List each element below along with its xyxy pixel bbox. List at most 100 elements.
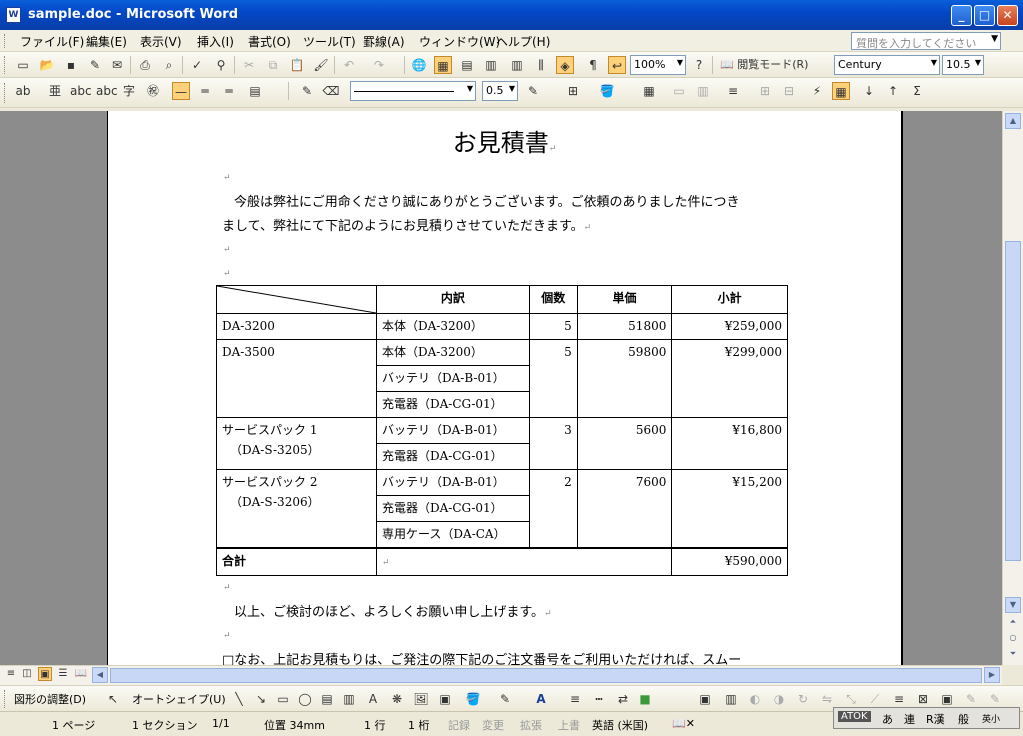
text-box-icon[interactable]: ▤: [318, 690, 336, 708]
ime-mode-hiragana[interactable]: あ: [882, 711, 893, 727]
draw-table-icon[interactable]: ✎: [298, 82, 316, 100]
horizontal-scroll-thumb[interactable]: [110, 668, 982, 683]
sort-ascending-icon[interactable]: ↓: [860, 82, 878, 100]
flip-icon[interactable]: ⇋: [818, 690, 836, 708]
line-style-icon[interactable]: —: [172, 82, 190, 100]
vertical-scrollbar[interactable]: ▲ ▼ ⏶ ○ ⏷: [1002, 111, 1023, 665]
sort-descending-icon[interactable]: ↑: [884, 82, 902, 100]
vertical-text-box-icon[interactable]: ▥: [340, 690, 358, 708]
line-style-icon[interactable]: ≡: [566, 690, 584, 708]
scroll-up-icon[interactable]: ▲: [1005, 113, 1021, 129]
split-cells-icon[interactable]: ▥: [694, 82, 712, 100]
open-folder-icon[interactable]: 📂: [38, 56, 56, 74]
distribute-rows-icon[interactable]: ⊞: [756, 82, 774, 100]
recolor-icon[interactable]: ✎: [962, 690, 980, 708]
new-document-icon[interactable]: ▭: [14, 56, 32, 74]
connector-icon[interactable]: ⤡: [842, 690, 860, 708]
format-painter-icon[interactable]: 🖌: [312, 56, 330, 74]
save-icon[interactable]: ▪: [62, 56, 80, 74]
strikethrough-icon[interactable]: abc: [70, 82, 92, 100]
product-name-cell[interactable]: サービスパック 1 （DA-S-3205）: [216, 417, 377, 470]
help-icon[interactable]: ?: [690, 56, 708, 74]
menu-tools[interactable]: ツール(T): [303, 33, 356, 50]
product-name-cell[interactable]: DA-3500: [216, 339, 377, 418]
next-page-icon[interactable]: ⏷: [1005, 647, 1021, 663]
unit-price-cell[interactable]: 59800: [576, 339, 673, 418]
insert-excel-icon[interactable]: ▥: [482, 56, 500, 74]
previous-page-icon[interactable]: ⏶: [1005, 615, 1021, 631]
arrow-tool-icon[interactable]: ↘: [252, 690, 270, 708]
autoformat-icon[interactable]: ⚡: [808, 82, 826, 100]
table-autoformat-icon[interactable]: ▦: [832, 82, 850, 100]
item-cell[interactable]: 充電器（DA-CG-01）: [376, 443, 530, 470]
shading-color-icon[interactable]: 🪣: [598, 82, 616, 100]
redo-icon[interactable]: ↷: [370, 56, 388, 74]
pen-icon[interactable]: ✎: [986, 690, 1004, 708]
read-icon[interactable]: ↩: [608, 56, 626, 74]
line-weight-select[interactable]: 0.5 ▼: [482, 81, 518, 101]
item-cell[interactable]: バッテリ（DA-B-01）: [376, 417, 530, 444]
web-layout-icon[interactable]: ◫: [20, 667, 34, 681]
unit-price-cell[interactable]: 7600: [576, 469, 673, 548]
reading-view-icon[interactable]: 📖: [74, 667, 88, 681]
header-breakdown[interactable]: 内訳: [376, 285, 530, 314]
estimate-table[interactable]: 内訳 個数 単価 小計 DA-3200 本体（DA-3200） 5 51800 …: [216, 285, 788, 576]
maximize-button[interactable]: □: [974, 5, 995, 26]
tables-borders-icon[interactable]: ▦: [434, 56, 452, 74]
spelling-options-icon[interactable]: ab: [14, 82, 32, 100]
borders-icon[interactable]: ⊞: [564, 82, 582, 100]
total-label-cell[interactable]: 合計: [216, 546, 377, 576]
word-app-icon[interactable]: W: [6, 7, 21, 23]
hyperlink-icon[interactable]: 🌐: [410, 56, 428, 74]
dash-style-icon[interactable]: ┅: [590, 690, 608, 708]
line-tool-icon[interactable]: ╲: [230, 690, 248, 708]
insert-image-icon[interactable]: ▣: [696, 690, 714, 708]
arrow-style-icon[interactable]: ⇄: [614, 690, 632, 708]
oval-tool-icon[interactable]: ◯: [296, 690, 314, 708]
wordart-icon[interactable]: A: [364, 690, 382, 708]
subtotal-cell[interactable]: ¥259,000: [671, 313, 788, 340]
header-quantity[interactable]: 個数: [528, 285, 578, 314]
print-layout-icon[interactable]: ▣: [38, 667, 52, 681]
spelling-status-icon[interactable]: 📖✕: [672, 717, 695, 730]
font-select[interactable]: Century ▼: [834, 55, 940, 75]
menu-grip[interactable]: [4, 34, 7, 48]
enclose-char-icon[interactable]: 字: [120, 82, 138, 100]
item-cell[interactable]: 専用ケース（DA-CA）: [376, 521, 530, 548]
research-icon[interactable]: ⚲: [212, 56, 230, 74]
help-dropdown-icon[interactable]: ▼: [991, 34, 998, 44]
edit-points-icon[interactable]: ⟋: [866, 690, 884, 708]
toolbar-grip[interactable]: [4, 690, 7, 708]
permission-icon[interactable]: ✎: [86, 56, 104, 74]
header-unit-price[interactable]: 単価: [576, 285, 673, 314]
subtotal-cell[interactable]: ¥16,800: [671, 417, 788, 470]
line-style-icon[interactable]: ═: [220, 82, 238, 100]
menu-table[interactable]: 罫線(A): [363, 33, 405, 50]
menu-edit[interactable]: 編集(E): [86, 33, 127, 50]
email-icon[interactable]: ✉: [108, 56, 126, 74]
quantity-cell[interactable]: 5: [528, 313, 578, 340]
line-style-icon[interactable]: ═: [196, 82, 214, 100]
align-distribute-icon[interactable]: ▥: [722, 690, 740, 708]
merge-cells-icon[interactable]: ▭: [670, 82, 688, 100]
outline-view-icon[interactable]: ☰: [56, 667, 70, 681]
cut-icon[interactable]: ✂: [240, 56, 258, 74]
close-button[interactable]: ✕: [997, 5, 1018, 26]
ime-mode-renbun[interactable]: 連: [904, 711, 915, 727]
scroll-right-icon[interactable]: ▶: [984, 667, 1000, 683]
ime-mode-general[interactable]: 般: [958, 711, 969, 727]
columns-icon[interactable]: ▥: [508, 56, 526, 74]
quantity-cell[interactable]: 3: [528, 417, 578, 470]
menu-insert[interactable]: 挿入(I): [197, 33, 234, 50]
diagram-icon[interactable]: ❋: [388, 690, 406, 708]
spelling-icon[interactable]: ✓: [188, 56, 206, 74]
vertical-scroll-thumb[interactable]: [1005, 241, 1021, 561]
help-question-input[interactable]: 質問を入力してください ▼: [851, 32, 1001, 50]
header-subtotal[interactable]: 小計: [671, 285, 788, 314]
circle-char-icon[interactable]: ㊗: [144, 82, 162, 100]
print-icon[interactable]: ⎙: [136, 56, 154, 74]
line-style-select[interactable]: ▼: [350, 81, 476, 101]
insert-table-icon[interactable]: ▤: [458, 56, 476, 74]
toolbar-grip[interactable]: [4, 56, 7, 74]
insert-table-icon[interactable]: ▦: [640, 82, 658, 100]
